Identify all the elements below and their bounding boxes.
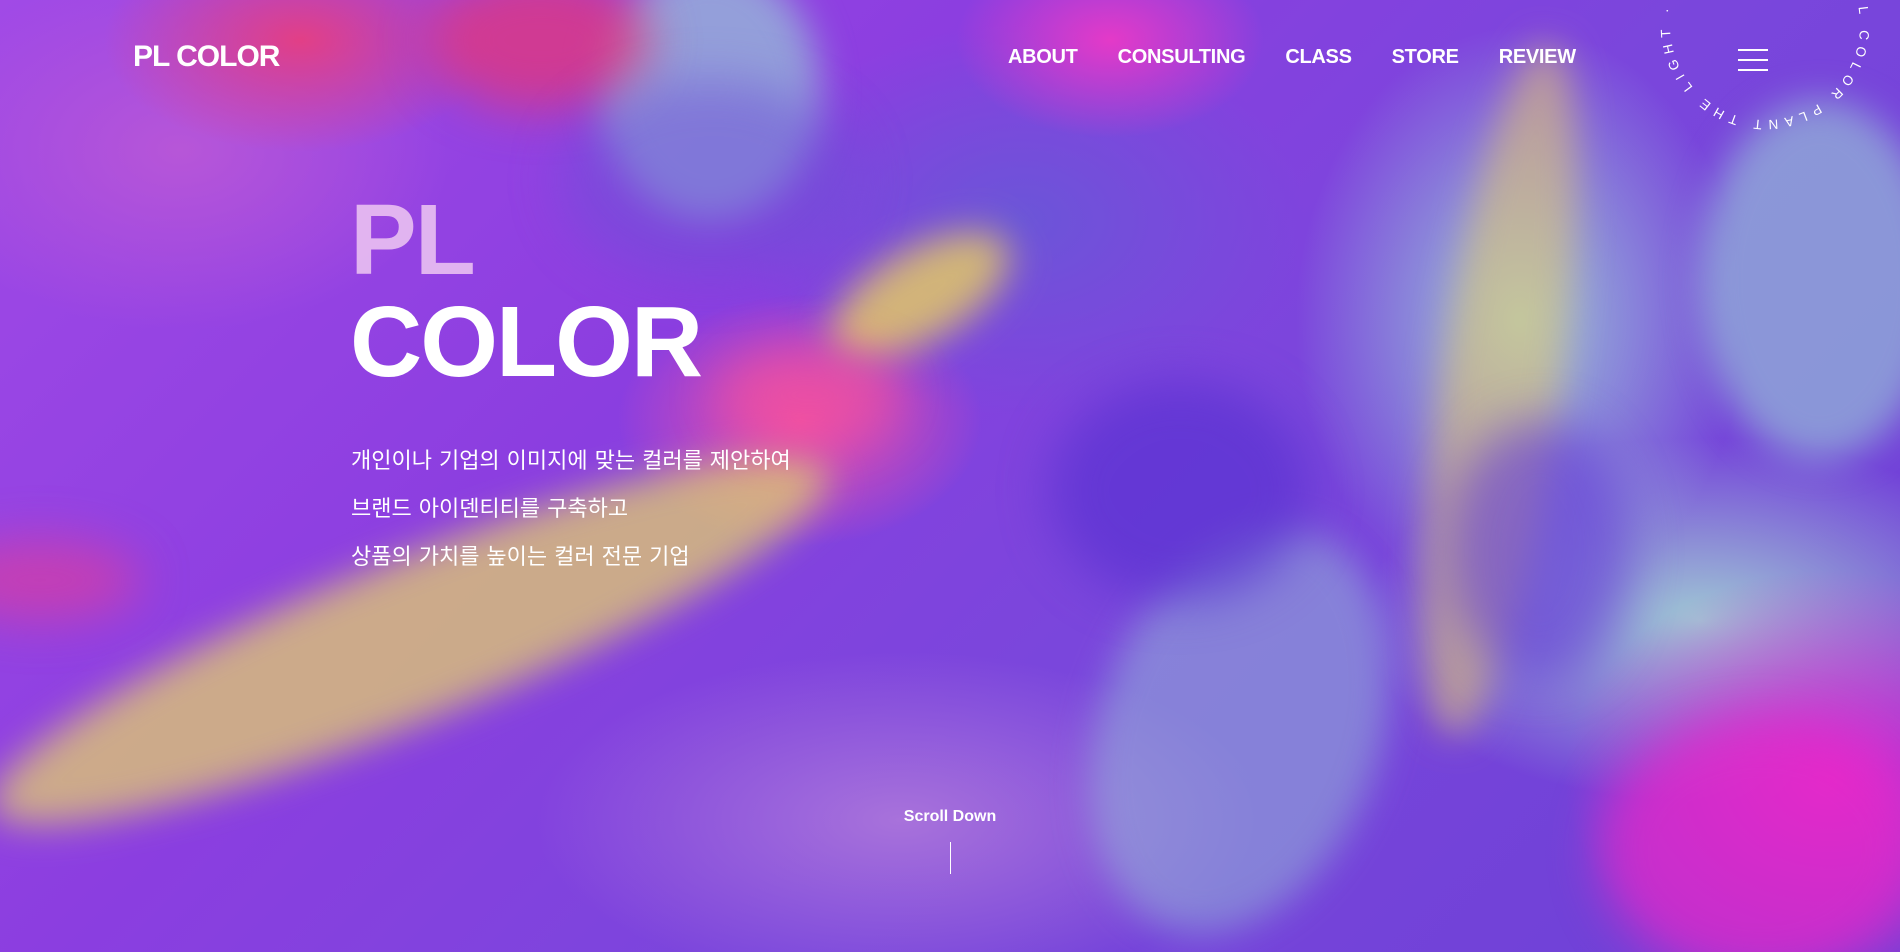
scroll-down-label: Scroll Down xyxy=(903,808,997,825)
nav-link-consulting[interactable]: CONSULTING xyxy=(1118,46,1246,69)
nav-link-about[interactable]: ABOUT xyxy=(1008,46,1078,69)
scroll-down-link[interactable]: Scroll Down xyxy=(870,808,1030,874)
hero-description: 개인이나 기업의 이미지에 맞는 컬러를 제안하여 브랜드 아이덴티티를 구축하… xyxy=(351,448,791,592)
hero-description-line: 브랜드 아이덴티티를 구축하고 xyxy=(351,497,629,522)
hero-title-line2: COLOR xyxy=(350,286,703,398)
hero-title-line1: PL xyxy=(350,184,476,296)
scroll-line-icon xyxy=(949,842,951,874)
hero-description-line: 상품의 가치를 높이는 컬러 전문 기업 xyxy=(351,545,690,570)
logo-link[interactable]: PL COLOR xyxy=(133,40,280,74)
menu-bar-middle xyxy=(1738,59,1768,61)
hamburger-menu-icon[interactable] xyxy=(1738,47,1770,73)
menu-bar-top xyxy=(1738,49,1768,51)
main-navigation: ABOUT CONSULTING CLASS STORE REVIEW xyxy=(1008,46,1576,69)
nav-link-class[interactable]: CLASS xyxy=(1285,46,1352,69)
hero-description-line: 개인이나 기업의 이미지에 맞는 컬러를 제안하여 xyxy=(351,449,791,474)
nav-link-review[interactable]: REVIEW xyxy=(1499,46,1576,69)
nav-link-store[interactable]: STORE xyxy=(1392,46,1459,69)
circular-text-badge: PL COLOR PLANT THE LIGHT · PL COLOR PLAN… xyxy=(1628,0,1900,200)
hero-title: PL COLOR xyxy=(350,184,703,398)
circular-badge-text: PL COLOR PLANT THE LIGHT · PL COLOR PLAN… xyxy=(1630,0,1900,160)
menu-bar-bottom xyxy=(1738,69,1768,71)
